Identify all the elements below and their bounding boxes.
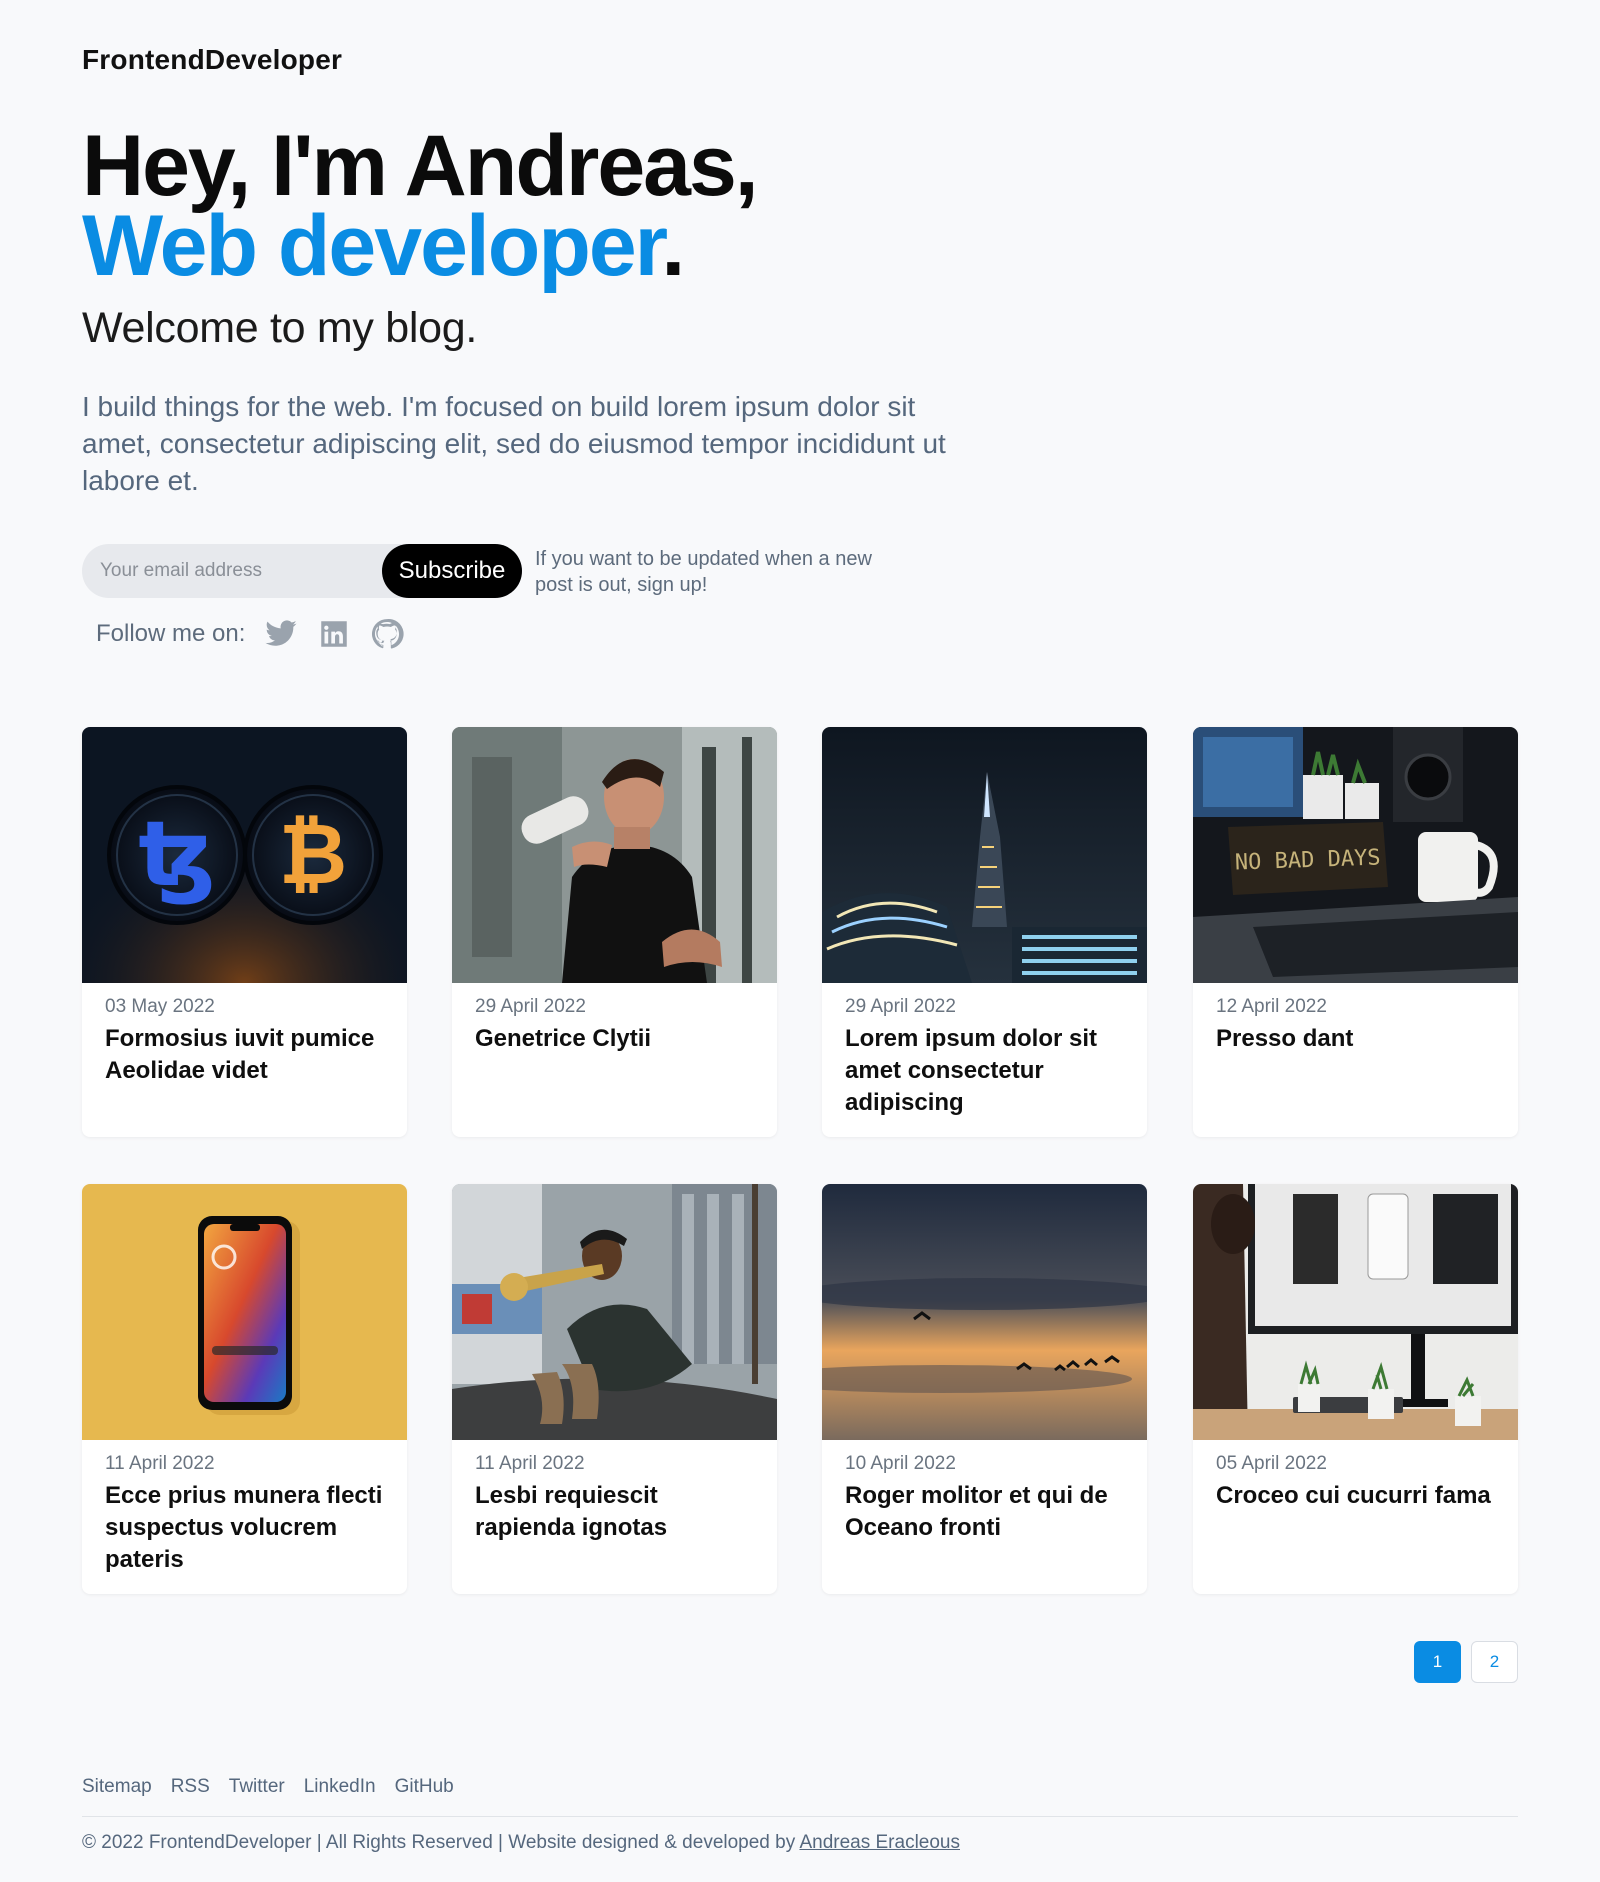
post-date: 05 April 2022 — [1216, 1453, 1327, 1474]
footer-link-linkedin[interactable]: LinkedIn — [304, 1776, 376, 1798]
subscribe-button[interactable]: Subscribe — [382, 544, 522, 598]
footer-link-twitter[interactable]: Twitter — [229, 1776, 285, 1798]
post-card[interactable]: NO BAD DAYS 12 April 2022 Presso dant — [1193, 727, 1518, 1137]
copyright: © 2022 FrontendDeveloper | All Rights Re… — [82, 1832, 960, 1854]
post-thumbnail — [822, 1184, 1147, 1440]
post-title[interactable]: Ecce prius munera flecti suspectus voluc… — [105, 1480, 384, 1576]
post-date: 03 May 2022 — [105, 996, 215, 1017]
post-title[interactable]: Genetrice Clytii — [475, 1023, 754, 1055]
svg-text:ꜩ: ꜩ — [138, 802, 215, 907]
post-card[interactable]: 29 April 2022 Lorem ipsum dolor sit amet… — [822, 727, 1147, 1137]
linkedin-icon[interactable] — [316, 616, 352, 652]
pagination: 1 2 — [1414, 1641, 1518, 1683]
footer-divider — [82, 1816, 1518, 1817]
post-thumbnail: ꜩ ₿ — [82, 727, 407, 983]
post-title[interactable]: Formosius iuvit pumice Aeolidae videt — [105, 1023, 384, 1087]
post-date: 12 April 2022 — [1216, 996, 1327, 1017]
post-thumbnail — [1193, 1184, 1518, 1440]
site-brand[interactable]: FrontendDeveloper — [82, 44, 342, 76]
post-thumbnail — [822, 727, 1147, 983]
email-input[interactable] — [100, 554, 370, 588]
post-date: 10 April 2022 — [845, 1453, 956, 1474]
subscribe-note: If you want to be updated when a new pos… — [535, 548, 872, 596]
svg-text:NO BAD DAYS: NO BAD DAYS — [1235, 845, 1381, 875]
post-thumbnail — [82, 1184, 407, 1440]
post-title[interactable]: Lesbi requiescit rapienda ignotas — [475, 1480, 754, 1544]
post-date: 29 April 2022 — [475, 996, 586, 1017]
intro-paragraph: I build things for the web. I'm focused … — [82, 391, 946, 496]
post-date: 29 April 2022 — [845, 996, 956, 1017]
hero-role: Web developer — [82, 198, 663, 294]
svg-text:₿: ₿ — [279, 805, 347, 903]
hero-heading-line2: Web developer. — [82, 198, 685, 294]
footer-link-github[interactable]: GitHub — [395, 1776, 454, 1798]
post-card[interactable]: 11 April 2022 Lesbi requiescit rapienda … — [452, 1184, 777, 1594]
page-2-button[interactable]: 2 — [1471, 1641, 1518, 1683]
footer-link-sitemap[interactable]: Sitemap — [82, 1776, 152, 1798]
post-card[interactable]: 05 April 2022 Croceo cui cucurri fama — [1193, 1184, 1518, 1594]
page-1-button[interactable]: 1 — [1414, 1641, 1461, 1683]
post-thumbnail — [452, 1184, 777, 1440]
post-title[interactable]: Roger molitor et qui de Oceano fronti — [845, 1480, 1124, 1544]
post-title[interactable]: Lorem ipsum dolor sit amet consectetur a… — [845, 1023, 1124, 1119]
hero-dot: . — [661, 198, 685, 294]
social-follow: Follow me on: — [96, 614, 422, 654]
post-card[interactable]: 10 April 2022 Roger molitor et qui de Oc… — [822, 1184, 1147, 1594]
post-card[interactable]: ꜩ ₿ 03 May 2022 Formosius iuvit pumice A… — [82, 727, 407, 1137]
post-title[interactable]: Presso dant — [1216, 1023, 1495, 1055]
follow-label: Follow me on: — [96, 620, 246, 647]
github-icon[interactable] — [369, 616, 405, 652]
twitter-icon[interactable] — [263, 616, 299, 652]
post-title[interactable]: Croceo cui cucurri fama — [1216, 1480, 1495, 1512]
footer-links: Sitemap RSS Twitter LinkedIn GitHub — [82, 1776, 454, 1798]
post-thumbnail — [452, 727, 777, 983]
post-date: 11 April 2022 — [475, 1453, 585, 1474]
welcome-text: Welcome to my blog. — [82, 304, 477, 352]
author-link[interactable]: Andreas Eracleous — [799, 1832, 960, 1853]
post-date: 11 April 2022 — [105, 1453, 215, 1474]
post-card[interactable]: 11 April 2022 Ecce prius munera flecti s… — [82, 1184, 407, 1594]
post-card[interactable]: 29 April 2022 Genetrice Clytii — [452, 727, 777, 1137]
footer-link-rss[interactable]: RSS — [171, 1776, 210, 1798]
post-thumbnail: NO BAD DAYS — [1193, 727, 1518, 983]
subscribe-form: Subscribe — [82, 544, 522, 598]
copyright-text: © 2022 FrontendDeveloper | All Rights Re… — [82, 1832, 800, 1853]
